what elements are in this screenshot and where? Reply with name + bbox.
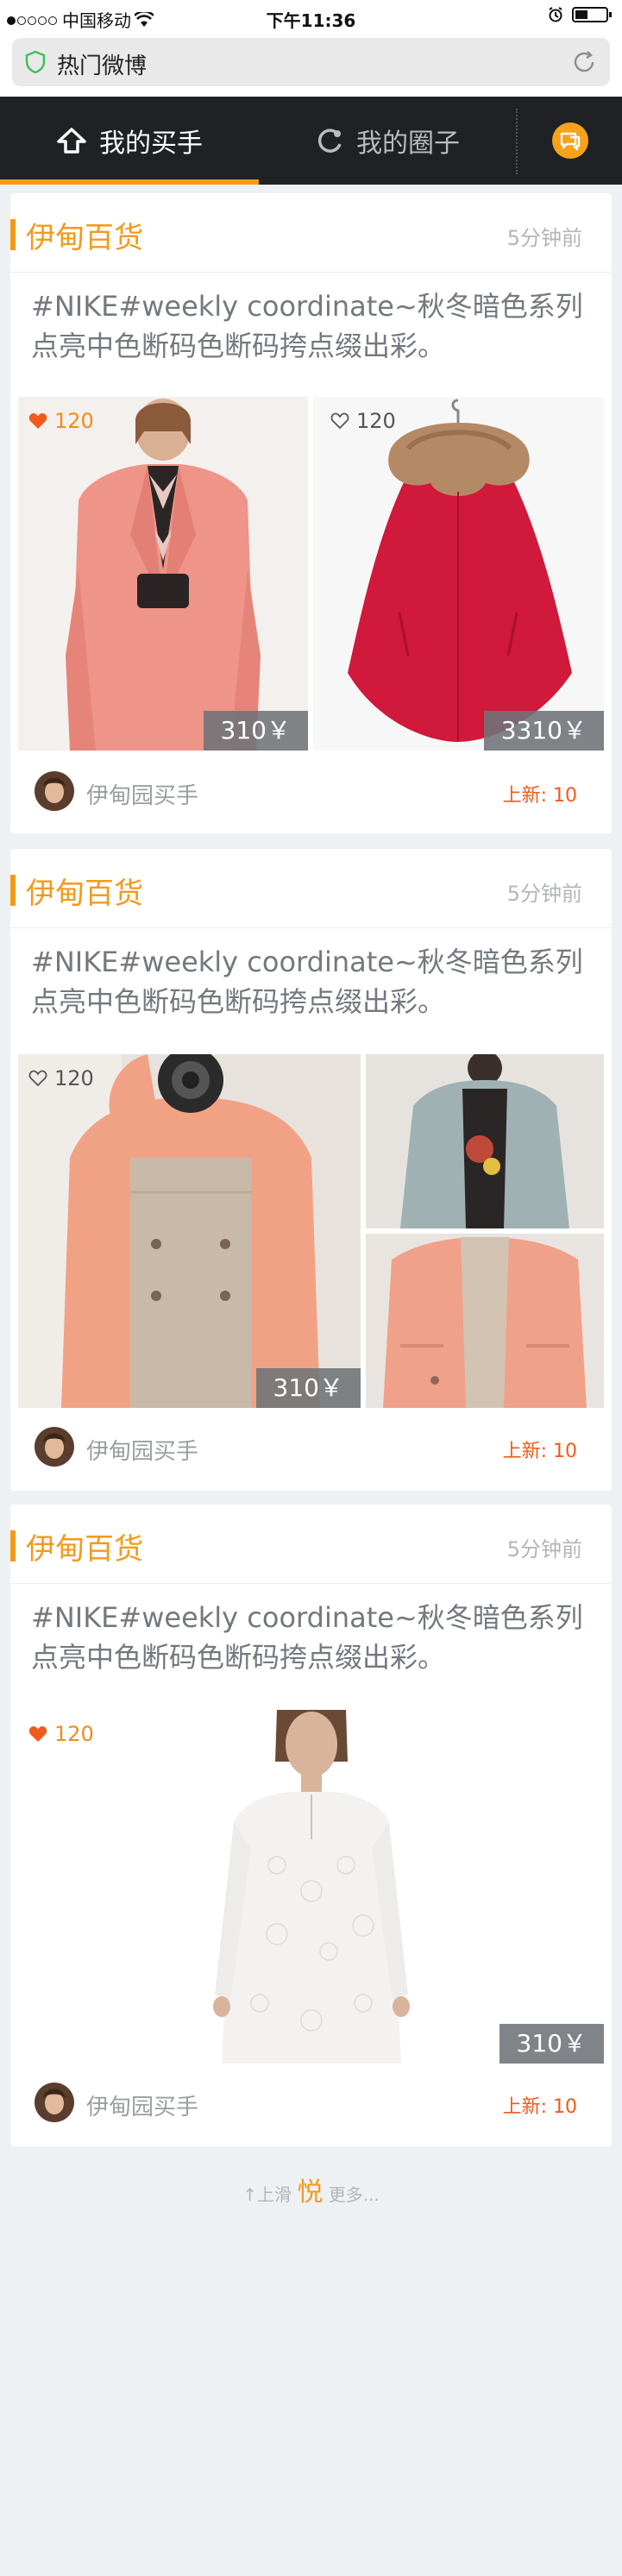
- like-count: 120: [54, 1722, 94, 1746]
- image-grid: 120 310￥: [18, 1710, 604, 2064]
- price-tag: 310￥: [203, 711, 308, 751]
- load-more-hint[interactable]: ↑上滑 悦 更多...: [0, 2171, 622, 2208]
- white-lace-dress-photo: [18, 1710, 604, 2064]
- like-button[interactable]: 120: [28, 409, 94, 433]
- like-count: 120: [356, 409, 396, 433]
- like-count: 120: [54, 1066, 94, 1090]
- status-right: [548, 7, 612, 22]
- product-image[interactable]: [366, 1054, 604, 1228]
- address-bar: 热门微博: [0, 35, 622, 97]
- brand-logo: 悦: [297, 2177, 324, 2208]
- post-time: 5分钟前: [506, 1537, 582, 1561]
- post-time: 5分钟前: [506, 882, 582, 906]
- card-header: 伊甸百货 5分钟前: [10, 1505, 612, 1584]
- post-description: #NIKE#weekly coordinate~秋冬暗色系列点亮中色断码色断码挎…: [31, 1601, 583, 1674]
- like-button[interactable]: 120: [28, 1722, 94, 1746]
- tab-my-circle[interactable]: 我的圈子: [259, 97, 518, 185]
- feed-card[interactable]: 伊甸百货 5分钟前 #NIKE#weekly coordinate~秋冬暗色系列…: [10, 849, 612, 1491]
- card-footer: 伊甸园买手 上新: 10: [10, 756, 612, 832]
- tab-my-buyers[interactable]: 我的买手: [0, 97, 259, 185]
- peach-jacket-detail-photo: [366, 1234, 604, 1408]
- heart-outline-icon: [330, 412, 349, 430]
- product-image[interactable]: 120 310￥: [18, 397, 308, 751]
- like-count: 120: [54, 409, 94, 433]
- heart-outline-icon: [28, 1070, 47, 1087]
- product-image[interactable]: [366, 1234, 604, 1408]
- alarm-clock-icon: [549, 7, 562, 22]
- active-tab-underline: [0, 179, 259, 185]
- price-tag: 310￥: [499, 2024, 604, 2064]
- grey-jacket-photo: [366, 1054, 604, 1228]
- feed-card[interactable]: 伊甸百货 5分钟前 #NIKE#weekly coordinate~秋冬暗色系列…: [10, 1505, 612, 2146]
- feed-card[interactable]: 伊甸百货 5分钟前 #NIKE#weekly coordinate~秋冬暗色系列…: [10, 193, 612, 833]
- peach-jacket-photo: [18, 1054, 361, 1408]
- author-name[interactable]: 伊甸园买手: [86, 2089, 198, 2121]
- tab-bar: 我的买手 我的圈子: [0, 97, 622, 185]
- pink-coat-photo: [18, 397, 308, 751]
- user-avatar-image: [35, 771, 74, 811]
- author-name[interactable]: 伊甸园买手: [86, 778, 198, 810]
- page-title: 热门微博: [57, 53, 148, 79]
- product-image[interactable]: 120 310￥: [18, 1710, 604, 2064]
- image-grid: 120 310￥: [18, 1054, 604, 1408]
- tab-label: 我的买手: [99, 129, 203, 159]
- post-description: #NIKE#weekly coordinate~秋冬暗色系列点亮中色断码色断码挎…: [31, 946, 583, 1018]
- user-avatar-image: [35, 2083, 74, 2122]
- shop-name[interactable]: 伊甸百货: [26, 214, 143, 256]
- new-arrivals-count: 上新: 10: [502, 2096, 577, 2118]
- chat-bubble-icon: [560, 132, 581, 151]
- new-arrivals-count: 上新: 10: [502, 1441, 577, 1462]
- circle-icon: [317, 129, 342, 153]
- secure-shield-icon: [25, 50, 46, 74]
- tab-divider: [516, 109, 518, 174]
- post-description: #NIKE#weekly coordinate~秋冬暗色系列点亮中色断码色断码挎…: [31, 290, 583, 362]
- post-time: 5分钟前: [506, 226, 582, 250]
- accent-bar: [10, 219, 16, 250]
- battery-icon: [572, 7, 612, 22]
- accent-bar: [10, 1530, 16, 1561]
- user-avatar-image: [35, 1427, 74, 1467]
- shop-name[interactable]: 伊甸百货: [26, 870, 143, 912]
- card-footer: 伊甸园买手 上新: 10: [10, 2067, 612, 2143]
- card-footer: 伊甸园买手 上新: 10: [10, 1411, 612, 1487]
- image-grid: 120 310￥ 120 3310￥: [18, 397, 604, 751]
- load-more-prefix: ↑上滑: [242, 2184, 292, 2205]
- heart-filled-icon: [28, 1726, 47, 1742]
- product-image[interactable]: 120 3310￥: [313, 397, 604, 751]
- avatar[interactable]: [35, 1427, 74, 1467]
- price-tag: 310￥: [255, 1368, 361, 1408]
- author-name[interactable]: 伊甸园买手: [86, 1434, 198, 1466]
- accent-bar: [10, 875, 16, 906]
- product-image[interactable]: 120 310￥: [18, 1054, 361, 1408]
- new-arrivals-count: 上新: 10: [502, 785, 577, 807]
- like-button[interactable]: 120: [28, 1066, 94, 1090]
- avatar[interactable]: [35, 771, 74, 811]
- chat-button[interactable]: [552, 123, 588, 159]
- like-button[interactable]: 120: [330, 409, 396, 433]
- avatar[interactable]: [35, 2083, 74, 2122]
- shop-name[interactable]: 伊甸百货: [26, 1525, 143, 1568]
- price-tag: 3310￥: [483, 711, 604, 751]
- url-field[interactable]: 热门微博: [12, 38, 610, 86]
- status-time: 下午11:36: [266, 10, 356, 31]
- reload-icon[interactable]: [570, 48, 598, 76]
- tab-label: 我的圈子: [356, 129, 460, 159]
- status-bar: 中国移动 下午11:36: [0, 0, 622, 35]
- load-more-suffix: 更多...: [328, 2184, 380, 2205]
- card-header: 伊甸百货 5分钟前: [10, 193, 612, 273]
- home-icon: [57, 128, 86, 154]
- heart-filled-icon: [28, 413, 47, 429]
- red-cape-photo: [313, 397, 604, 751]
- card-header: 伊甸百货 5分钟前: [10, 849, 612, 928]
